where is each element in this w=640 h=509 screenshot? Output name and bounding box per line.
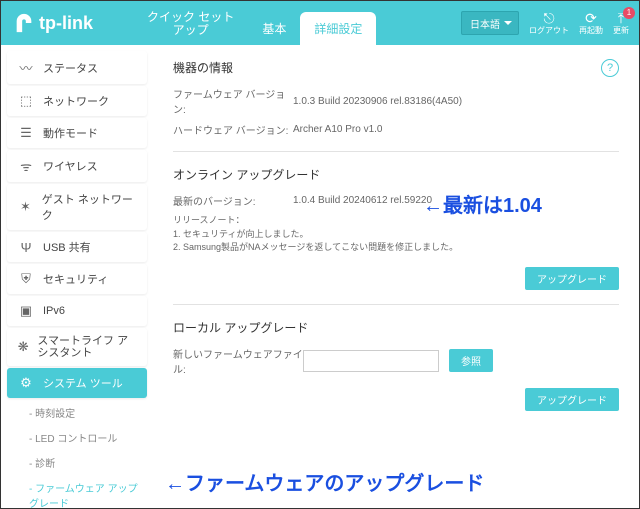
sidebar-item-mode[interactable]: ☰動作モード	[7, 118, 147, 148]
online-upgrade-button[interactable]: アップグレード	[525, 267, 619, 290]
logout-icon: ⎋	[543, 11, 554, 25]
sub-diag[interactable]: - 診断	[1, 450, 153, 475]
brand-logo: tp-link	[13, 12, 93, 34]
firmware-row: ファームウェア バージョン: 1.0.3 Build 20230906 rel.…	[173, 86, 619, 116]
firmware-file-input[interactable]	[303, 350, 439, 372]
sub-time[interactable]: - 時刻設定	[1, 400, 153, 425]
release-note-2: 2. Samsung製品がNAメッセージを返してこない問題を修正しました。	[173, 241, 619, 255]
reboot-icon: ⟳	[585, 11, 597, 25]
ipv6-icon: ▣	[17, 303, 35, 319]
sidebar: 〰ステータス ⬚ネットワーク ☰動作モード ᯤワイヤレス ✶ゲスト ネットワーク…	[1, 45, 153, 508]
status-icon: 〰	[17, 58, 35, 77]
sidebar-item-network[interactable]: ⬚ネットワーク	[7, 86, 147, 116]
network-icon: ⬚	[17, 93, 35, 109]
sub-firmware-upgrade[interactable]: - ファームウェア アップグレード	[1, 475, 153, 508]
divider	[173, 151, 619, 152]
local-upgrade-button[interactable]: アップグレード	[525, 388, 619, 411]
tab-advanced[interactable]: 詳細設定	[300, 12, 376, 45]
sidebar-item-security[interactable]: ⛨セキュリティ	[7, 264, 147, 294]
shield-icon: ⛨	[17, 271, 35, 287]
reboot-button[interactable]: ⟳再起動	[579, 11, 603, 36]
release-note-1: 1. セキュリティが向上しました。	[173, 228, 619, 242]
wifi-icon: ᯤ	[17, 157, 35, 175]
sidebar-item-ipv6[interactable]: ▣IPv6	[7, 296, 147, 326]
sidebar-item-guest[interactable]: ✶ゲスト ネットワーク	[7, 184, 147, 230]
online-upgrade-actions: アップグレード	[173, 267, 619, 290]
firmware-label: ファームウェア バージョン:	[173, 86, 293, 116]
sidebar-item-wireless[interactable]: ᯤワイヤレス	[7, 150, 147, 182]
latest-value: 1.0.4 Build 20240612 rel.59220	[293, 195, 619, 206]
browse-button[interactable]: 参照	[449, 349, 493, 372]
smartlife-icon: ❋	[17, 339, 29, 355]
hardware-value: Archer A10 Pro v1.0	[293, 124, 619, 135]
header-right: 日本語 ⎋ログアウト ⟳再起動 ⤒更新	[461, 11, 629, 36]
update-icon: ⤒	[618, 11, 624, 25]
release-notes-heading: リリースノート：	[173, 214, 619, 228]
divider-2	[173, 304, 619, 305]
firmware-value: 1.0.3 Build 20230906 rel.83186(4A50)	[293, 96, 619, 107]
gear-icon: ⚙	[17, 375, 35, 391]
hardware-row: ハードウェア バージョン: Archer A10 Pro v1.0	[173, 122, 619, 137]
main-content: 機器の情報 ? ファームウェア バージョン: 1.0.3 Build 20230…	[153, 45, 639, 508]
hardware-label: ハードウェア バージョン:	[173, 122, 293, 137]
local-upgrade-title: ローカル アップグレード	[173, 319, 619, 336]
file-row: 新しいファームウェアファイル: 参照	[173, 346, 619, 376]
sidebar-item-system-tools[interactable]: ⚙システム ツール	[7, 368, 147, 398]
local-upgrade-actions: アップグレード	[173, 388, 619, 411]
sub-led[interactable]: - LED コントロール	[1, 425, 153, 450]
top-header: tp-link クイック セット アップ 基本 詳細設定 日本語 ⎋ログアウト …	[1, 1, 639, 45]
update-button[interactable]: ⤒更新	[613, 11, 629, 36]
mode-icon: ☰	[17, 125, 35, 141]
tab-basic[interactable]: 基本	[248, 12, 300, 45]
release-notes: リリースノート： 1. セキュリティが向上しました。 2. Samsung製品が…	[173, 214, 619, 255]
sidebar-item-status[interactable]: 〰ステータス	[7, 51, 147, 84]
logout-button[interactable]: ⎋ログアウト	[529, 11, 569, 36]
device-info-title: 機器の情報 ?	[173, 59, 619, 76]
latest-label: 最新のバージョン:	[173, 193, 293, 208]
sidebar-item-usb[interactable]: ΨUSB 共有	[7, 232, 147, 262]
nav-tabs: クイック セット アップ 基本 詳細設定	[133, 1, 376, 45]
tplink-logo-icon	[13, 12, 35, 34]
tab-quick-setup[interactable]: クイック セット アップ	[133, 3, 248, 45]
guest-icon: ✶	[17, 199, 34, 215]
language-select[interactable]: 日本語	[461, 11, 519, 35]
brand-text: tp-link	[39, 13, 93, 34]
help-icon[interactable]: ?	[601, 59, 619, 77]
online-upgrade-title: オンライン アップグレード	[173, 166, 619, 183]
latest-version-row: 最新のバージョン: 1.0.4 Build 20240612 rel.59220	[173, 193, 619, 208]
file-label: 新しいファームウェアファイル:	[173, 346, 303, 376]
usb-icon: Ψ	[17, 240, 35, 255]
sidebar-item-smartlife[interactable]: ❋スマートライフ アシスタント	[7, 328, 147, 366]
